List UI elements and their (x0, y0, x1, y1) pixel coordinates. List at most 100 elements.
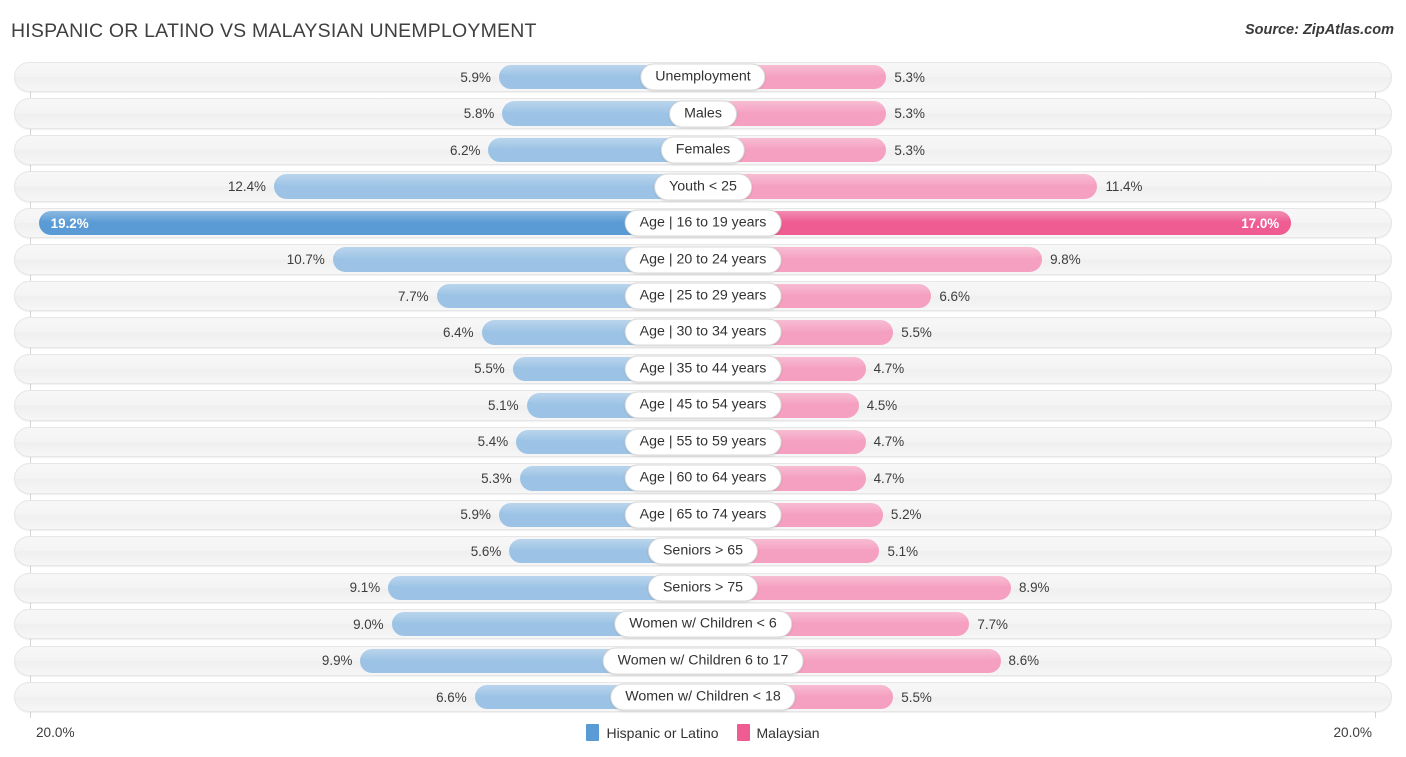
value-label-malaysian: 8.6% (1008, 653, 1040, 669)
row-category-label[interactable]: Age | 65 to 74 years (624, 501, 782, 529)
value-label-malaysian: 5.3% (894, 142, 925, 158)
chart-row[interactable]: 5.6% 5.1% Seniors > 65 (0, 536, 1406, 567)
value-label-hispanic-or-latino: 5.3% (481, 470, 512, 486)
value-label-malaysian: 4.5% (866, 397, 898, 413)
value-label-hispanic-or-latino: 6.2% (449, 142, 481, 158)
value-label-malaysian: 17.0% (1241, 215, 1280, 231)
value-label-hispanic-or-latino: 12.4% (227, 179, 266, 195)
chart-row[interactable]: 5.8% 5.3% Males (0, 98, 1406, 129)
legend-swatch-icon (586, 724, 600, 741)
row-category-label[interactable]: Age | 35 to 44 years (624, 355, 782, 383)
row-bars: 5.4% 4.7% Age | 55 to 59 years (0, 427, 1406, 457)
value-label-malaysian: 5.3% (894, 106, 925, 122)
value-label-hispanic-or-latino: 9.9% (321, 653, 353, 669)
row-bars: 6.2% 5.3% Females (0, 135, 1406, 165)
legend-item[interactable]: Malaysian (736, 724, 820, 741)
chart-row[interactable]: 5.9% 5.3% Unemployment (0, 62, 1406, 93)
row-bars: 5.9% 5.2% Age | 65 to 74 years (0, 500, 1406, 530)
row-bars: 5.6% 5.1% Seniors > 65 (0, 536, 1406, 566)
chart-row[interactable]: 10.7% 9.8% Age | 20 to 24 years (0, 244, 1406, 275)
bar-sheen (703, 210, 1292, 223)
chart-row[interactable]: 6.2% 5.3% Females (0, 134, 1406, 166)
value-label-malaysian: 5.2% (890, 507, 922, 523)
row-bars: 12.4% 11.4% Youth < 25 (0, 171, 1406, 201)
value-label-hispanic-or-latino: 5.4% (477, 434, 509, 450)
chart-row[interactable]: 9.0% 7.7% Women w/ Children < 6 (0, 609, 1406, 640)
row-category-label[interactable]: Youth < 25 (654, 173, 752, 201)
bar-sheen (703, 174, 1098, 186)
value-label-hispanic-or-latino: 5.9% (460, 69, 491, 85)
chart-row[interactable]: 5.9% 5.2% Age | 65 to 74 years (0, 499, 1406, 530)
chart-row[interactable]: 5.5% 4.7% Age | 35 to 44 years (0, 353, 1406, 385)
value-label-hispanic-or-latino: 5.9% (460, 507, 491, 523)
row-bars: 6.4% 5.5% Age | 30 to 34 years (0, 317, 1406, 347)
row-bars: 7.7% 6.6% Age | 25 to 29 years (0, 281, 1406, 311)
row-bars: 6.6% 5.5% Women w/ Children < 18 (0, 682, 1406, 712)
row-bars: 5.9% 5.3% Unemployment (0, 62, 1406, 92)
value-label-malaysian: 5.3% (894, 69, 925, 85)
chart-row[interactable]: 5.3% 4.7% Age | 60 to 64 years (0, 463, 1406, 494)
value-label-hispanic-or-latino: 5.5% (474, 361, 505, 377)
row-category-label[interactable]: Women w/ Children < 6 (614, 610, 792, 638)
chart-footer: 20.0% 20.0% Hispanic or Latino Malaysian (0, 718, 1406, 757)
value-label-hispanic-or-latino: 5.1% (488, 397, 519, 413)
value-label-hispanic-or-latino: 10.7% (286, 252, 325, 268)
bar-sheen (273, 174, 703, 186)
row-category-label[interactable]: Unemployment (640, 63, 766, 91)
value-label-malaysian: 5.5% (901, 689, 932, 705)
chart-row[interactable]: 5.1% 4.5% Age | 45 to 54 years (0, 390, 1406, 421)
chart-row[interactable]: 6.4% 5.5% Age | 30 to 34 years (0, 317, 1406, 348)
chart-plot-area: 5.9% 5.3% Unemployment 5.8% 5.3% Males 6.2% 5.3… (0, 62, 1406, 718)
chart-row[interactable]: 6.6% 5.5% Women w/ Children < 18 (0, 682, 1406, 713)
row-category-label[interactable]: Age | 55 to 59 years (624, 428, 782, 456)
row-category-label[interactable]: Seniors > 65 (647, 537, 759, 565)
chart-row[interactable]: 5.4% 4.7% Age | 55 to 59 years (0, 426, 1406, 458)
value-label-malaysian: 11.4% (1105, 179, 1143, 195)
chart-row[interactable]: 19.2% 17.0% Age | 16 to 19 years (0, 207, 1406, 239)
legend-swatch-icon (736, 724, 750, 741)
value-label-malaysian: 4.7% (873, 470, 905, 486)
chart-row[interactable]: 9.9% 8.6% Women w/ Children 6 to 17 (0, 645, 1406, 676)
row-bars: 5.1% 4.5% Age | 45 to 54 years (0, 390, 1406, 420)
value-label-hispanic-or-latino: 7.7% (398, 288, 429, 304)
chart-page: HISPANIC OR LATINO VS MALAYSIAN UNEMPLOY… (0, 0, 1406, 757)
value-label-malaysian: 7.7% (977, 616, 1008, 632)
source-attribution: Source: ZipAtlas.com (1244, 22, 1394, 38)
row-category-label[interactable]: Age | 20 to 24 years (624, 246, 782, 274)
row-category-label[interactable]: Age | 16 to 19 years (624, 209, 782, 237)
row-category-label[interactable]: Women w/ Children 6 to 17 (602, 647, 804, 675)
value-label-malaysian: 6.6% (939, 288, 970, 304)
chart-row[interactable]: 9.1% 8.9% Seniors > 75 (0, 572, 1406, 603)
row-category-label[interactable]: Age | 30 to 34 years (624, 318, 782, 346)
value-label-malaysian: 4.7% (873, 361, 905, 377)
value-label-malaysian: 4.7% (873, 434, 905, 450)
value-label-malaysian: 5.1% (887, 543, 918, 559)
value-label-hispanic-or-latino: 6.4% (443, 324, 474, 340)
chart-row[interactable]: 12.4% 11.4% Youth < 25 (0, 171, 1406, 202)
row-category-label[interactable]: Males (669, 100, 737, 128)
legend-item[interactable]: Hispanic or Latino (586, 724, 719, 741)
chart-row[interactable]: 7.7% 6.6% Age | 25 to 29 years (0, 280, 1406, 312)
row-category-label[interactable]: Age | 60 to 64 years (624, 464, 782, 492)
value-label-hispanic-or-latino: 5.8% (463, 106, 495, 122)
value-label-malaysian: 9.8% (1050, 252, 1081, 268)
row-category-label[interactable]: Age | 25 to 29 years (624, 282, 782, 310)
value-label-hispanic-or-latino: 19.2% (50, 215, 89, 231)
row-bars: 10.7% 9.8% Age | 20 to 24 years (0, 244, 1406, 274)
bar-malaysian[interactable] (703, 174, 1098, 199)
chart-rows: 5.9% 5.3% Unemployment 5.8% 5.3% Males 6.2% 5.3… (0, 62, 1406, 719)
value-label-hispanic-or-latino: 5.6% (470, 543, 502, 559)
bar-malaysian[interactable] (703, 210, 1292, 236)
value-label-hispanic-or-latino: 9.0% (353, 616, 384, 632)
row-bars: 5.3% 4.7% Age | 60 to 64 years (0, 463, 1406, 493)
row-category-label[interactable]: Women w/ Children < 18 (610, 683, 796, 711)
row-category-label[interactable]: Age | 45 to 54 years (624, 391, 782, 419)
legend-label: Hispanic or Latino (606, 724, 719, 741)
value-label-hispanic-or-latino: 9.1% (349, 580, 381, 596)
page-title: HISPANIC OR LATINO VS MALAYSIAN UNEMPLOY… (11, 20, 537, 42)
row-bars: 19.2% 17.0% Age | 16 to 19 years (0, 208, 1406, 238)
bar-hispanic-or-latino[interactable] (273, 174, 703, 199)
row-category-label[interactable]: Females (660, 136, 746, 164)
row-category-label[interactable]: Seniors > 75 (647, 574, 759, 602)
row-bars: 5.5% 4.7% Age | 35 to 44 years (0, 354, 1406, 384)
